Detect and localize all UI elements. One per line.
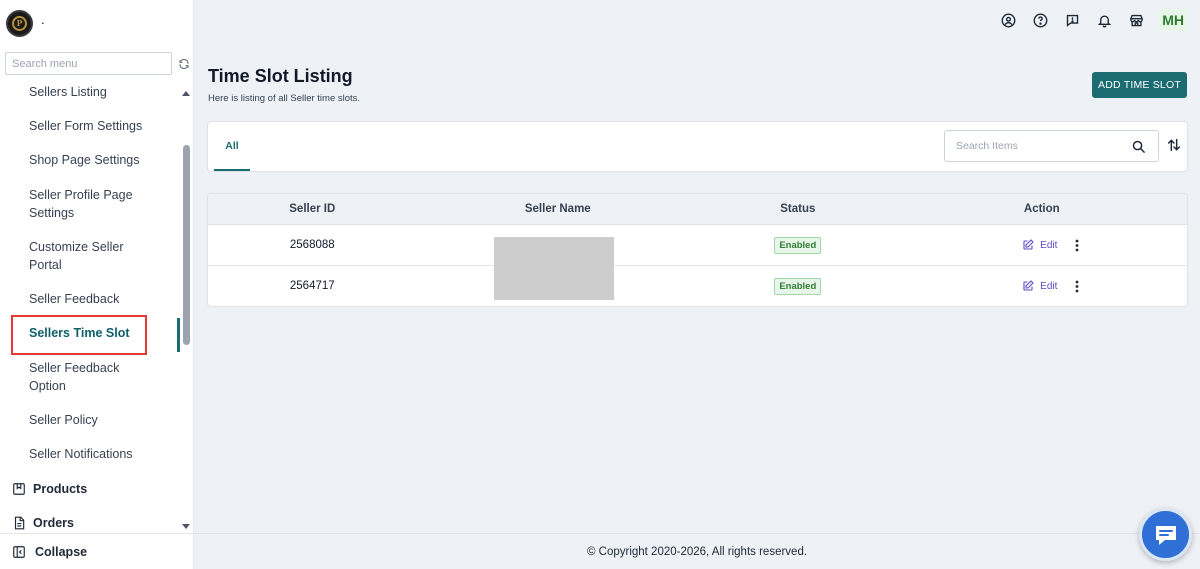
chat-support-button[interactable] bbox=[1139, 508, 1192, 561]
menu-search-input[interactable] bbox=[5, 52, 172, 75]
column-header-status[interactable]: Status bbox=[699, 203, 897, 215]
brand-logo[interactable]: P bbox=[6, 9, 33, 37]
bookmark-box-icon bbox=[13, 483, 25, 495]
topbar: MH bbox=[984, 0, 1200, 40]
seller-id-cell: 2564717 bbox=[289, 280, 335, 292]
action-cell: Edit bbox=[897, 280, 1187, 293]
column-header-seller-name[interactable]: Seller Name bbox=[417, 203, 699, 215]
seller-id-cell: 2568088 bbox=[289, 239, 335, 251]
collapse-sidebar-button[interactable]: Collapse bbox=[0, 533, 194, 569]
brand-name: . bbox=[41, 11, 45, 27]
status-badge: Enabled bbox=[774, 236, 822, 254]
table-header: Seller ID Seller Name Status Action bbox=[208, 194, 1187, 225]
edit-icon bbox=[1023, 239, 1034, 250]
sort-icon[interactable] bbox=[1166, 137, 1182, 158]
scroll-up-arrow-icon[interactable] bbox=[181, 84, 191, 102]
page-title: Time Slot Listing bbox=[208, 66, 353, 86]
column-header-action: Action bbox=[1023, 203, 1060, 215]
edit-button[interactable]: Edit bbox=[1022, 239, 1057, 251]
sidebar-item-seller-policy[interactable]: Seller Policy bbox=[29, 412, 159, 430]
sidebar-item-seller-feedback-option[interactable]: Seller Feedback Option bbox=[29, 360, 159, 395]
sidebar-item-sellers-listing[interactable]: Sellers Listing bbox=[29, 84, 159, 102]
logo-emblem: P bbox=[12, 15, 27, 31]
chat-icon bbox=[1155, 525, 1176, 545]
store-icon[interactable] bbox=[1128, 12, 1144, 28]
sidebar-scrollbar[interactable] bbox=[183, 145, 190, 345]
column-header-seller-id[interactable]: Seller ID bbox=[208, 203, 417, 215]
sidebar-item-sellers-time-slot[interactable]: Sellers Time Slot bbox=[29, 325, 159, 343]
sidebar-item-seller-feedback[interactable]: Seller Feedback bbox=[29, 291, 159, 309]
user-avatar[interactable]: MH bbox=[1158, 9, 1188, 31]
bell-icon[interactable] bbox=[1096, 12, 1112, 28]
status-cell: Enabled bbox=[699, 236, 897, 254]
logo-row: P . bbox=[0, 0, 193, 46]
sidebar-section-label: Products bbox=[33, 482, 88, 496]
sidebar-section-orders[interactable]: Orders bbox=[12, 516, 74, 530]
document-icon bbox=[14, 516, 25, 530]
refresh-icon[interactable] bbox=[177, 57, 191, 71]
more-options-icon[interactable] bbox=[1075, 280, 1079, 293]
sidebar-item-seller-form-settings[interactable]: Seller Form Settings bbox=[29, 118, 159, 136]
edit-label: Edit bbox=[1040, 239, 1058, 251]
table-row[interactable]: 2568088 Enabled Edit bbox=[208, 225, 1187, 266]
sidebar-item-seller-profile-page-settings[interactable]: Seller Profile Page Settings bbox=[29, 187, 159, 222]
edit-label: Edit bbox=[1040, 280, 1058, 292]
tab-all[interactable]: All bbox=[214, 122, 250, 171]
sidebar: P . Sellers Listing Seller Form Settings… bbox=[0, 0, 194, 569]
help-icon[interactable] bbox=[1032, 12, 1048, 28]
table-row[interactable]: 2564717 Enabled Edit bbox=[208, 266, 1187, 306]
sidebar-item-seller-notifications[interactable]: Seller Notifications bbox=[29, 446, 159, 464]
sidebar-item-shop-page-settings[interactable]: Shop Page Settings bbox=[29, 152, 159, 170]
status-badge: Enabled bbox=[774, 277, 822, 295]
more-options-icon[interactable] bbox=[1075, 239, 1079, 252]
menu-search-row bbox=[0, 52, 193, 75]
time-slot-table: Seller ID Seller Name Status Action 2568… bbox=[207, 193, 1188, 307]
user-circle-icon[interactable] bbox=[1000, 12, 1016, 28]
filter-bar: All bbox=[207, 121, 1188, 172]
footer-copyright: © Copyright 2020-2026, All rights reserv… bbox=[194, 533, 1200, 569]
status-cell: Enabled bbox=[699, 277, 897, 295]
sidebar-section-products[interactable]: Products bbox=[12, 482, 87, 496]
edit-icon bbox=[1023, 280, 1034, 291]
collapse-label: Collapse bbox=[35, 544, 88, 559]
sidebar-section-label: Orders bbox=[33, 516, 74, 530]
active-item-indicator bbox=[177, 318, 180, 352]
feedback-icon[interactable] bbox=[1064, 12, 1080, 28]
search-items-box bbox=[944, 130, 1159, 162]
add-time-slot-button[interactable]: ADD TIME SLOT bbox=[1092, 72, 1187, 98]
action-cell: Edit bbox=[897, 239, 1187, 252]
redacted-seller-names bbox=[494, 237, 614, 300]
collapse-panel-icon bbox=[13, 545, 25, 558]
edit-button[interactable]: Edit bbox=[1022, 280, 1057, 292]
search-icon[interactable] bbox=[1131, 139, 1146, 159]
page-subtitle: Here is listing of all Seller time slots… bbox=[208, 93, 361, 104]
search-items-input[interactable] bbox=[945, 140, 1120, 152]
sidebar-item-customize-seller-portal[interactable]: Customize Seller Portal bbox=[29, 239, 159, 274]
